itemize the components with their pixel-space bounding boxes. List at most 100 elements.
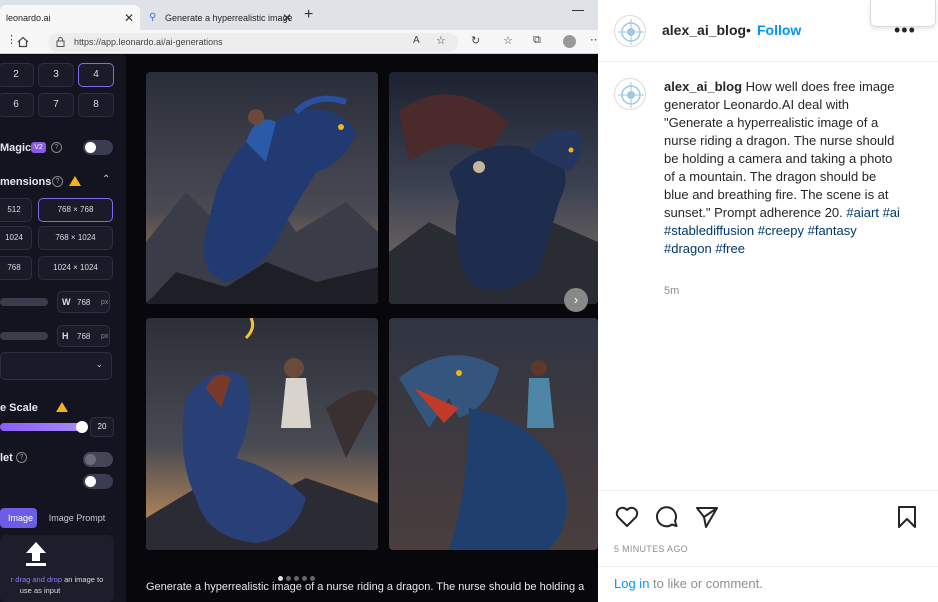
upload-hint: r drag and drop an image to [10,575,104,584]
hashtag-link[interactable]: #creepy [758,223,804,238]
warning-icon [56,402,68,412]
hashtag-link[interactable]: #aiart [846,205,879,220]
unit-label: px [101,299,109,306]
url-field[interactable]: https://app.leonardo.ai/ai-generations [48,33,458,52]
hashtag-link[interactable]: #free [715,241,745,256]
width-field[interactable]: W 768 px [57,291,110,313]
tab-image-prompt[interactable]: Image Prompt [41,508,113,528]
follow-button[interactable]: Follow [757,22,801,38]
tab-image[interactable]: Image [0,508,37,528]
leonardo-sidebar: 2 3 4 6 7 8 Magic V2 ? mensions ? ⌃ 512 … [0,55,126,602]
hashtag-link[interactable]: #dragon [664,241,712,256]
post-username[interactable]: alex_ai_blog [662,22,746,38]
share-icon[interactable] [694,504,720,530]
comment-icon[interactable] [654,504,680,530]
width-slider[interactable] [0,298,48,306]
help-icon[interactable]: ? [52,176,63,187]
height-field[interactable]: H 768 px [57,325,110,347]
num-images-6[interactable]: 6 [0,93,34,117]
help-icon[interactable]: ? [16,452,27,463]
favorites-icon[interactable]: ☆ [503,34,513,47]
upload-hint-line2: use as input [19,586,61,595]
option-toggle[interactable] [83,474,113,489]
height-slider[interactable] [0,332,48,340]
hashtag-link[interactable]: #fantasy [808,223,857,238]
caption-username[interactable]: alex_ai_blog [664,79,742,94]
divider [598,566,938,567]
separator-dot: • [746,22,751,38]
lock-icon [56,37,65,47]
height-value: 768 [77,332,91,341]
favorite-add-icon[interactable]: ☆ [436,34,446,47]
profile-icon[interactable] [563,35,576,48]
guidance-scale-value[interactable]: 20 [90,417,114,437]
dimension-option[interactable]: 1024 [0,226,32,250]
aspect-dropdown[interactable]: ⌄ [0,352,112,380]
refresh-icon[interactable]: ↻ [471,34,480,47]
home-icon[interactable] [17,36,29,48]
warning-icon [69,176,81,186]
generated-image-3[interactable] [146,318,378,550]
height-label: H [62,331,69,341]
tab-generate[interactable]: ⚲ Generate a hyperrealistic image ✕ [143,5,298,30]
width-label: W [62,297,71,307]
chevron-up-icon[interactable]: ⌃ [102,174,110,185]
caption-body: How well does free image generator Leona… [664,79,895,220]
unit-label: px [101,333,109,340]
login-rest: to like or comment. [649,576,763,591]
hashtag-link[interactable]: #ai [883,205,900,220]
login-prompt: Log in to like or comment. [614,576,763,591]
avatar[interactable] [614,78,646,110]
heart-icon[interactable] [614,504,640,530]
prompt-caption: Generate a hyperrealistic image of a nur… [146,581,585,593]
dimension-option[interactable]: 768 × 768 [38,198,113,222]
instagram-post-panel: alex_ai_blog • Follow ••• alex_ai_blog H… [598,0,938,602]
close-tab-icon[interactable]: ✕ [124,11,134,25]
guidance-scale-slider[interactable] [0,423,84,431]
magic-toggle[interactable] [83,140,113,155]
generated-image-2[interactable] [389,72,598,304]
generated-image-1[interactable] [146,72,378,304]
magic-label: Magic [0,142,32,154]
sidebar-toggle-icon[interactable]: ⋮ [6,33,17,46]
slider-handle[interactable] [76,421,88,433]
menu-icon[interactable]: ⋯ [590,33,598,46]
dimensions-label: mensions [0,176,52,188]
help-icon[interactable]: ? [51,142,62,153]
login-link[interactable]: Log in [614,576,649,591]
collections-icon[interactable]: ⧉ [533,34,541,47]
post-caption: alex_ai_blog How well does free image ge… [664,78,904,258]
next-slide-button[interactable]: › [564,288,588,312]
new-tab-button[interactable]: + [304,6,313,24]
num-images-7[interactable]: 7 [38,93,74,117]
post-age[interactable]: 5m [664,285,679,297]
post-timestamp[interactable]: 5 MINUTES AGO [614,544,688,554]
tiling-label: let [0,452,13,464]
num-images-2[interactable]: 2 [0,63,34,87]
num-images-3[interactable]: 3 [38,63,74,87]
tiling-toggle[interactable] [83,452,113,467]
num-images-4[interactable]: 4 [78,63,114,87]
close-tab-icon[interactable]: ✕ [282,11,292,25]
width-value: 768 [77,298,91,307]
bookmark-icon[interactable] [894,504,920,530]
generated-image-4[interactable] [389,318,598,550]
image-upload-area[interactable]: r drag and drop an image to use as input [0,535,114,602]
dimension-option[interactable]: 1024 × 1024 [38,256,113,280]
tab-leonardo[interactable]: leonardo.ai ✕ [0,5,140,30]
address-bar: ⋮ https://app.leonardo.ai/ai-generations… [0,30,598,54]
num-images-8[interactable]: 8 [78,93,114,117]
avatar[interactable] [614,15,646,47]
network-logo-icon [618,82,644,108]
search-icon: ⚲ [149,11,157,23]
popup-menu-edge [870,0,936,27]
hashtag-link[interactable]: #stablediffusion [664,223,754,238]
minimize-icon[interactable] [572,10,584,11]
browser-screenshot: leonardo.ai ✕ ⚲ Generate a hyperrealisti… [0,0,598,602]
dimension-option[interactable]: 768 [0,256,32,280]
dimension-option[interactable]: 512 [0,198,32,222]
read-aloud-icon[interactable]: A [413,35,420,46]
magic-version-badge: V2 [31,142,46,153]
dimension-option[interactable]: 768 × 1024 [38,226,113,250]
tab-label: leonardo.ai [6,12,51,23]
